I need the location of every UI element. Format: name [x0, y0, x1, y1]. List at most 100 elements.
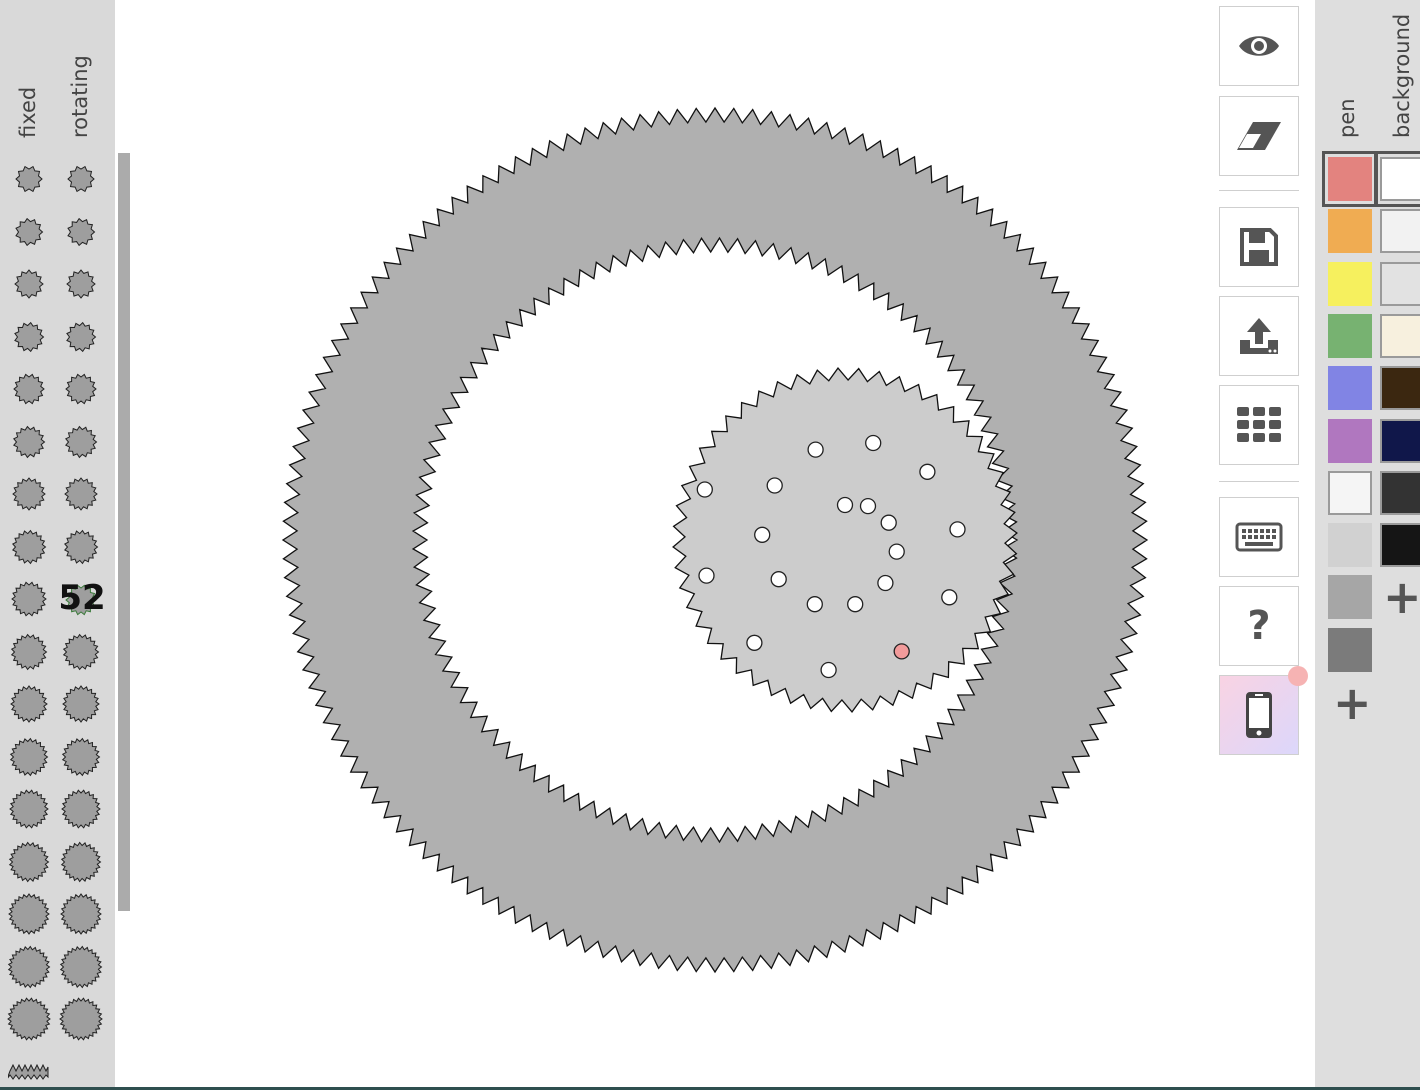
pen-hole[interactable]	[865, 434, 882, 452]
floppy-disk-icon	[1240, 228, 1278, 266]
color-panel: pen background + +	[1315, 0, 1420, 1090]
background-color-swatch[interactable]	[1380, 418, 1420, 463]
pen-hole[interactable]	[949, 521, 966, 538]
rotating-gear[interactable]	[672, 367, 1018, 713]
pen-holes[interactable]	[696, 434, 966, 679]
preview-button[interactable]	[1219, 6, 1299, 86]
fixed-gear-option[interactable]	[4, 364, 54, 414]
pen-color-swatch[interactable]	[1328, 261, 1372, 306]
pen-color-swatch[interactable]	[1328, 366, 1372, 411]
fixed-gear-option[interactable]	[4, 889, 54, 939]
background-color-swatch[interactable]	[1380, 470, 1420, 515]
fixed-gear-option[interactable]	[4, 522, 54, 572]
grid-icon	[1237, 407, 1281, 442]
rotating-gear-option[interactable]	[56, 627, 106, 677]
fixed-gear-option[interactable]	[4, 837, 54, 887]
pen-hole[interactable]	[836, 496, 854, 514]
rotating-gear-option[interactable]	[56, 417, 106, 467]
fixed-gear-option[interactable]	[4, 207, 54, 257]
rotating-gear-option[interactable]	[56, 312, 106, 362]
pen-hole[interactable]	[941, 589, 958, 606]
keyboard-icon	[1235, 522, 1283, 552]
gallery-button[interactable]	[1219, 385, 1299, 465]
ring-gear-button[interactable]	[6, 1062, 50, 1080]
background-column-label: background	[1390, 13, 1414, 138]
rotating-column-label: rotating	[68, 55, 92, 138]
background-color-swatch[interactable]	[1380, 261, 1420, 306]
rotating-gear-option[interactable]	[56, 364, 106, 414]
fixed-gear-option[interactable]	[4, 627, 54, 677]
rotating-gear-option[interactable]	[56, 522, 106, 572]
background-color-swatch[interactable]	[1380, 209, 1420, 254]
toolbar-divider	[1219, 190, 1299, 191]
background-color-swatch[interactable]	[1380, 366, 1420, 411]
fixed-gear-option[interactable]	[4, 469, 54, 519]
pen-hole[interactable]	[807, 441, 824, 458]
rotating-gear-option[interactable]	[56, 784, 106, 834]
rotating-gear-option[interactable]	[56, 154, 106, 204]
gear-picker-panel: fixed rotating 52	[0, 0, 115, 1090]
pen-hole-active[interactable]	[893, 643, 910, 660]
pen-hole[interactable]	[888, 543, 905, 560]
gear-list-scrollbar[interactable]	[118, 153, 130, 911]
save-button[interactable]	[1219, 207, 1299, 287]
fixed-gear-option[interactable]	[4, 154, 54, 204]
pen-hole[interactable]	[847, 596, 864, 613]
rotating-gear-option[interactable]	[56, 837, 106, 887]
pen-color-swatch[interactable]	[1322, 151, 1378, 207]
pen-hole[interactable]	[766, 477, 783, 494]
pen-color-swatch[interactable]	[1328, 418, 1372, 463]
pen-hole[interactable]	[770, 571, 787, 588]
pen-hole[interactable]	[806, 596, 823, 613]
pen-color-swatch[interactable]	[1328, 523, 1372, 568]
fixed-gear-option[interactable]	[4, 679, 54, 729]
pen-hole[interactable]	[820, 661, 837, 679]
add-pen-color-button[interactable]: +	[1333, 680, 1372, 726]
fixed-gear-option[interactable]	[4, 784, 54, 834]
background-color-swatch[interactable]	[1380, 313, 1420, 358]
pen-color-swatch[interactable]	[1328, 627, 1372, 672]
pen-hole[interactable]	[880, 514, 897, 531]
keyboard-button[interactable]	[1219, 497, 1299, 577]
eraser-button[interactable]	[1219, 96, 1299, 176]
pen-hole[interactable]	[754, 526, 771, 543]
pen-hole[interactable]	[859, 497, 877, 515]
add-background-color-button[interactable]: +	[1383, 574, 1420, 620]
pen-hole[interactable]	[877, 574, 894, 592]
rotating-gear-option[interactable]	[56, 469, 106, 519]
fixed-gear-option[interactable]	[4, 259, 54, 309]
rotating-gear-option[interactable]	[56, 732, 106, 782]
rotating-gear-option[interactable]	[56, 207, 106, 257]
pen-hole[interactable]	[746, 634, 763, 651]
question-icon: ?	[1247, 603, 1271, 649]
pen-hole[interactable]	[696, 481, 713, 498]
rotating-gear-option[interactable]	[56, 942, 106, 992]
fixed-gear-option[interactable]	[4, 732, 54, 782]
upload-button[interactable]	[1219, 296, 1299, 376]
pen-color-swatch[interactable]	[1328, 209, 1372, 254]
pen-color-swatch[interactable]	[1328, 575, 1372, 620]
fixed-ring-gear	[281, 106, 1149, 974]
rotating-gear-option[interactable]	[56, 679, 106, 729]
fixed-gear-option[interactable]	[4, 417, 54, 467]
selected-rotating-count: 52	[58, 578, 106, 618]
background-color-swatch[interactable]	[1374, 151, 1420, 207]
drawing-canvas[interactable]	[0, 0, 1420, 1090]
help-button[interactable]: ?	[1219, 586, 1299, 666]
pen-hole[interactable]	[919, 463, 936, 480]
pen-color-swatch[interactable]	[1328, 313, 1372, 358]
rotating-gear-option[interactable]	[56, 259, 106, 309]
pen-hole[interactable]	[698, 567, 715, 584]
pen-column-label: pen	[1335, 98, 1359, 138]
fixed-gear-option[interactable]	[4, 994, 54, 1044]
mobile-button[interactable]	[1219, 675, 1299, 755]
fixed-gear-option[interactable]	[4, 574, 54, 624]
fixed-gear-option[interactable]	[4, 312, 54, 362]
fixed-gear-option[interactable]	[4, 942, 54, 992]
rotating-gear-option[interactable]	[56, 889, 106, 939]
rotating-gear-option[interactable]	[56, 994, 106, 1044]
notification-dot	[1288, 666, 1308, 686]
background-color-swatch[interactable]	[1380, 523, 1420, 568]
pen-color-swatch[interactable]	[1328, 470, 1372, 515]
eye-icon	[1239, 36, 1279, 56]
